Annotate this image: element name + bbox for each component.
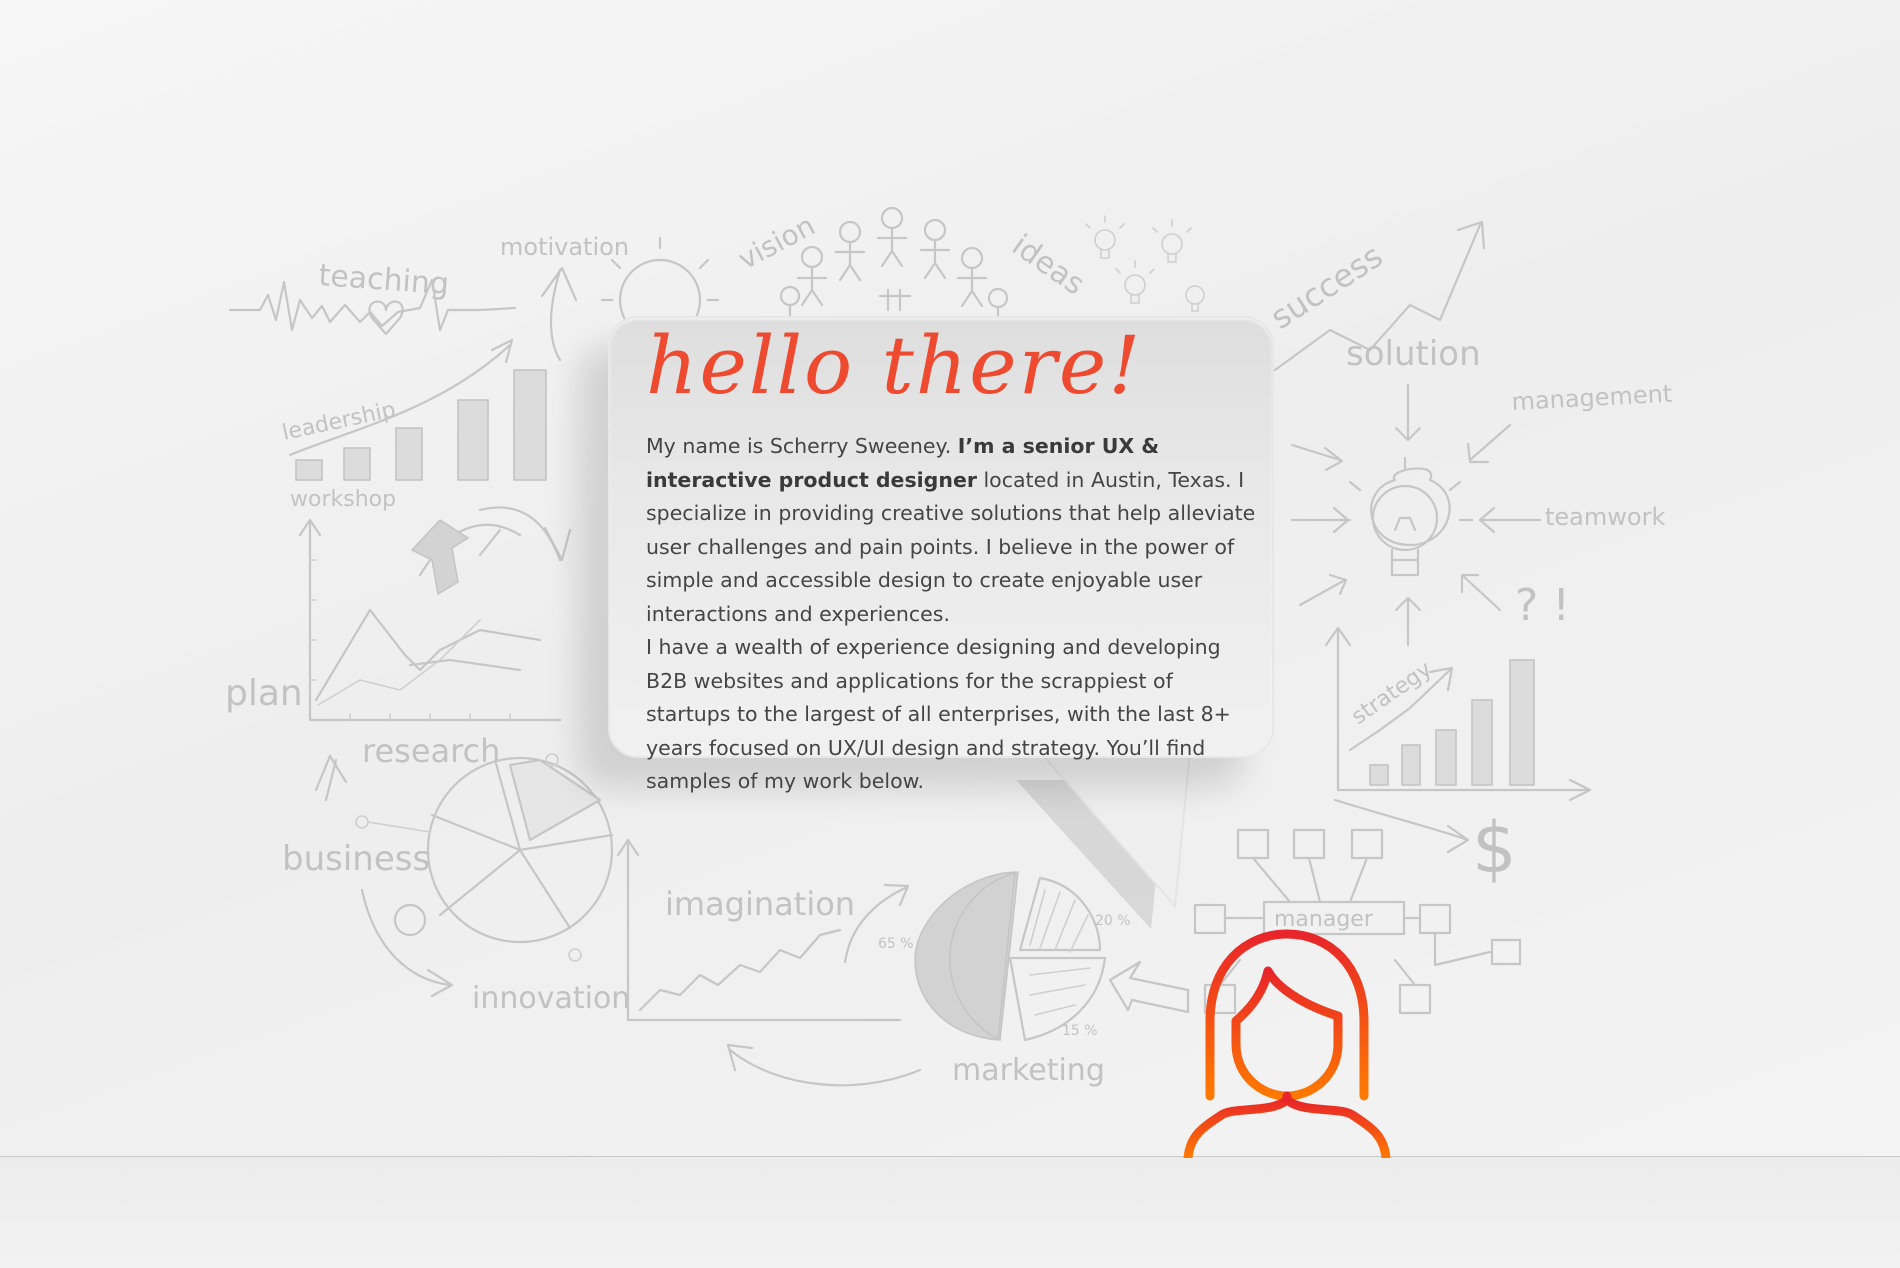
word-pct-65: 65 % — [878, 936, 914, 952]
people-circle — [779, 206, 1009, 328]
intro-paragraph: My name is Scherry Sweeney. I’m a senior… — [646, 430, 1258, 799]
word-pct-15: 15 % — [1062, 1023, 1098, 1039]
small-bulbs — [1085, 215, 1205, 312]
research-pie — [426, 756, 614, 944]
word-ideas: ideas — [1005, 228, 1090, 302]
word-solution: solution — [1346, 334, 1481, 374]
word-workshop: workshop — [290, 487, 396, 512]
floor-line — [0, 1156, 1900, 1157]
word-dollar: $ — [1472, 807, 1517, 889]
word-strategy: strategy — [1347, 657, 1437, 730]
word-teaching: teaching — [317, 258, 450, 302]
word-business: business — [282, 839, 430, 879]
word-question: ? ! — [1515, 580, 1570, 631]
marketing-pie-hatched — [1008, 876, 1107, 1042]
word-pct-20: 20 % — [1095, 913, 1131, 929]
word-plan: plan — [225, 673, 303, 714]
solution-bulb — [1336, 456, 1474, 577]
woman-profile-icon — [1183, 929, 1391, 1158]
bio-intro: My name is Scherry Sweeney. — [646, 434, 958, 458]
motivation-arrow — [540, 266, 578, 362]
word-teamwork: teamwork — [1545, 503, 1665, 531]
word-marketing: marketing — [952, 1053, 1105, 1088]
word-motivation: motivation — [500, 233, 629, 261]
word-success: success — [1264, 237, 1390, 337]
imagination-line — [638, 928, 842, 1012]
bio-paragraph-2: I have a wealth of experience designing … — [646, 635, 1231, 793]
floor-area — [0, 1157, 1900, 1268]
greeting-heading: hello there! — [646, 319, 1143, 412]
word-management: management — [1511, 380, 1673, 416]
word-innovation: innovation — [472, 981, 630, 1016]
marketing-pie-solid — [914, 871, 1019, 1042]
word-imagination: imagination — [665, 885, 855, 923]
word-research: research — [362, 732, 500, 770]
